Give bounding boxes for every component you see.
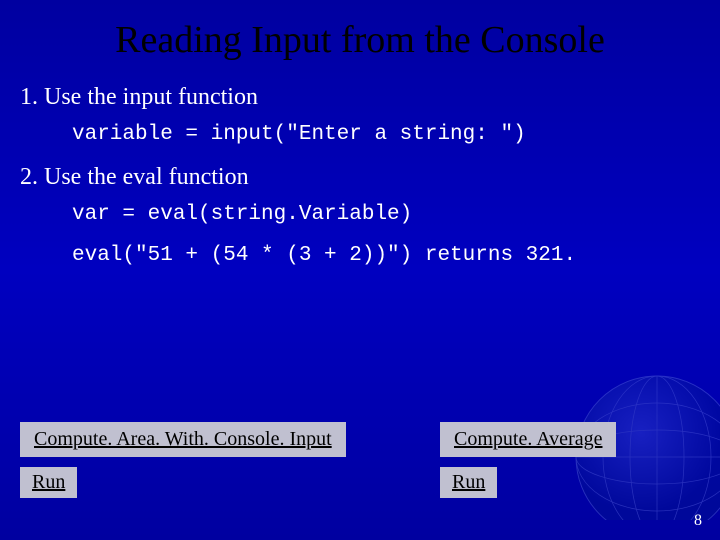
code-line-1: variable = input("Enter a string: ") — [20, 123, 700, 146]
list-item-1: 1. Use the input function — [20, 84, 700, 111]
code-line-2a: var = eval(string.Variable) — [20, 203, 700, 226]
compute-area-button[interactable]: Compute. Area. With. Console. Input — [20, 422, 346, 457]
compute-average-button[interactable]: Compute. Average — [440, 422, 616, 457]
buttons-container: Compute. Area. With. Console. Input Run … — [20, 422, 700, 498]
page-number: 8 — [694, 512, 702, 530]
slide-body: 1. Use the input function variable = inp… — [0, 84, 720, 267]
code-line-2b: eval("51 + (54 * (3 + 2))") returns 321. — [20, 244, 700, 267]
run-button-left[interactable]: Run — [20, 467, 77, 498]
run-button-right[interactable]: Run — [440, 467, 497, 498]
list-item-2: 2. Use the eval function — [20, 164, 700, 191]
button-group-left: Compute. Area. With. Console. Input Run — [20, 422, 346, 498]
slide-title: Reading Input from the Console — [0, 0, 720, 84]
button-group-right: Compute. Average Run — [440, 422, 616, 498]
